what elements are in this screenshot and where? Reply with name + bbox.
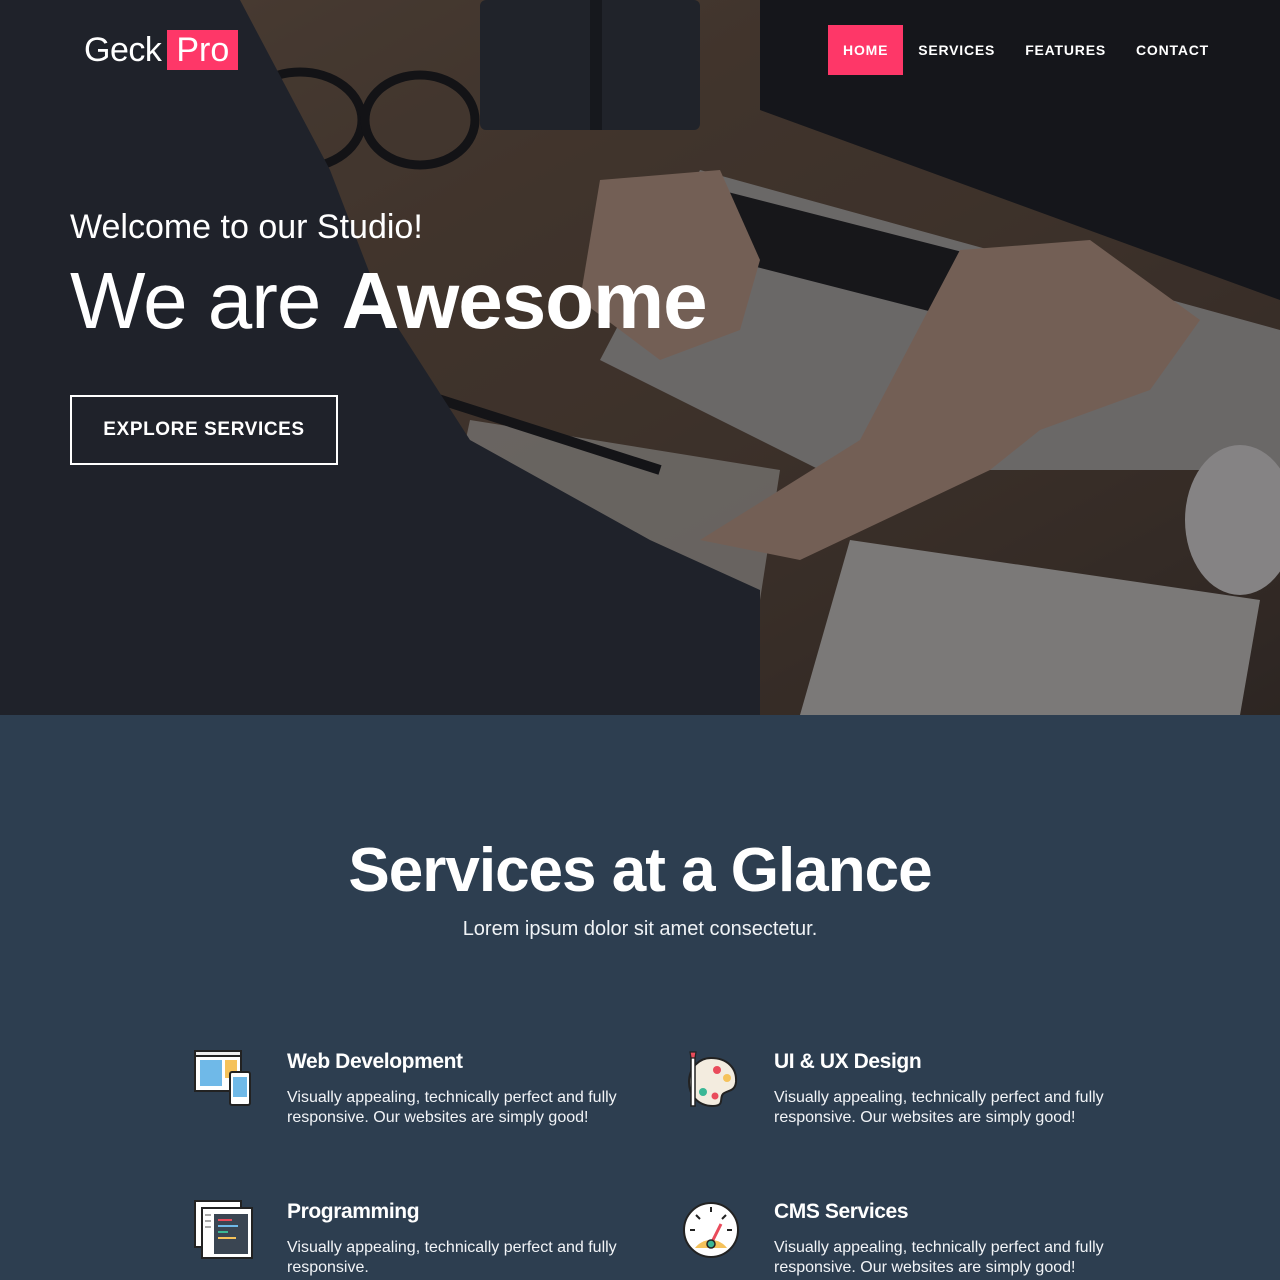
service-name: Programming <box>287 1200 420 1223</box>
hero-text: Welcome to our Studio! We are Awesome <box>70 208 708 341</box>
hero-welcome: Welcome to our Studio! <box>70 208 423 246</box>
hero-title-bold: Awesome <box>341 256 708 345</box>
logo-text-geck: Geck <box>84 30 162 69</box>
code-editor-icon <box>194 1200 253 1259</box>
services-section: Services at a Glance Lorem ipsum dolor s… <box>0 715 1280 1280</box>
service-name: UI & UX Design <box>774 1050 922 1073</box>
nav-item-services[interactable]: SERVICES <box>903 25 1010 75</box>
web-development-icon <box>194 1050 251 1106</box>
main-nav: HOME SERVICES FEATURES CONTACT <box>828 25 1224 75</box>
service-name: CMS Services <box>774 1200 909 1223</box>
speedometer-icon <box>683 1202 739 1258</box>
logo[interactable]: Geck Pro <box>84 30 239 70</box>
hero-title-light: We are <box>70 256 342 345</box>
nav-item-features[interactable]: FEATURES <box>1010 25 1121 75</box>
service-description: Visually appealing, technically perfect … <box>287 1239 617 1276</box>
logo-text-pro: Pro <box>167 30 239 70</box>
explore-services-button[interactable]: EXPLORE SERVICES <box>70 395 338 465</box>
service-description: Visually appealing, technically perfect … <box>774 1089 1104 1126</box>
services-title: Services at a Glance <box>348 836 932 905</box>
hero-section: Geck Pro HOME SERVICES FEATURES CONTACT … <box>0 0 1280 715</box>
hero-overlay <box>0 0 1280 715</box>
service-description: Visually appealing, technically perfect … <box>774 1239 1104 1276</box>
palette-icon <box>687 1051 738 1108</box>
service-description: Visually appealing, technically perfect … <box>287 1089 617 1126</box>
nav-item-contact[interactable]: CONTACT <box>1121 25 1224 75</box>
hero-title: We are Awesome <box>70 261 708 341</box>
nav-item-home[interactable]: HOME <box>828 25 904 75</box>
service-name: Web Development <box>287 1050 463 1073</box>
services-subtitle: Lorem ipsum dolor sit amet consectetur. <box>462 918 818 940</box>
